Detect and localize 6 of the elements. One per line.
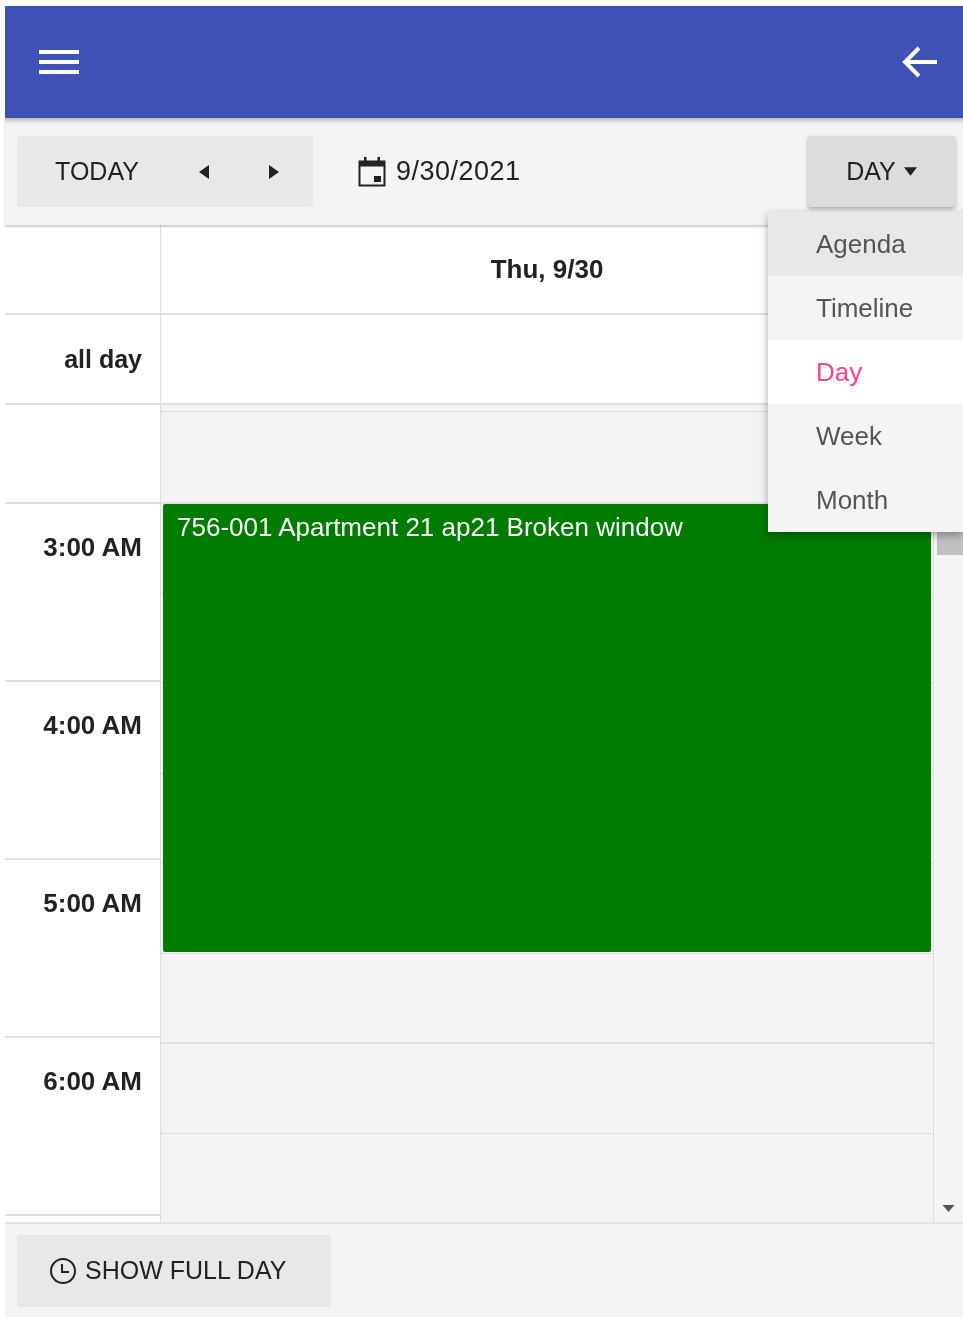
all-day-label: all day (64, 344, 142, 374)
time-label: 4:00 AM (43, 710, 142, 741)
day-header: Thu, 9/30 (490, 253, 604, 285)
time-label: 6:00 AM (43, 1066, 142, 1097)
time-label: 3:00 AM (43, 532, 142, 563)
time-label: 5:00 AM (43, 888, 142, 919)
